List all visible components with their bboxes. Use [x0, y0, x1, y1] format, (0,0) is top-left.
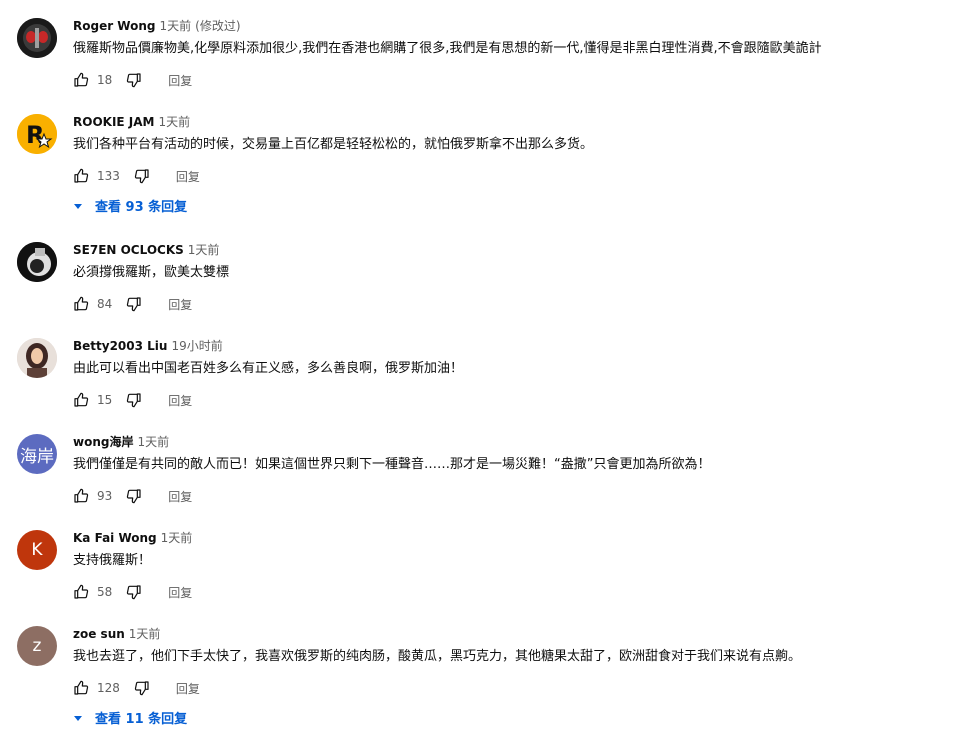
- like-icon[interactable]: [73, 488, 89, 504]
- comment-header: wong海岸 1天前: [73, 434, 169, 450]
- view-replies-button[interactable]: 查看 93 条回复: [73, 196, 187, 215]
- author-name[interactable]: SE7EN OCLOCKS: [73, 243, 184, 257]
- comment-actions: 18 回复: [73, 71, 192, 89]
- comment-text: 我們僅僅是有共同的敵人而已！如果這個世界只剩下一種聲音……那才是一場災難！“盎撒…: [73, 457, 711, 472]
- like-icon[interactable]: [73, 392, 89, 408]
- reply-button[interactable]: 回复: [168, 296, 192, 313]
- avatar[interactable]: [17, 242, 57, 282]
- avatar-initials: K: [31, 540, 43, 560]
- reply-button[interactable]: 回复: [176, 680, 200, 697]
- comment-text: 必須撐俄羅斯，歐美太雙標: [73, 265, 230, 280]
- like-count: 133: [97, 169, 120, 183]
- view-replies-label: 查看 11 条回复: [95, 712, 188, 727]
- comment-time[interactable]: 1天前: [129, 627, 161, 641]
- comment-actions: 84 回复: [73, 295, 192, 313]
- comment-text: 由此可以看出中国老百姓多么有正义感，多么善良啊，俄罗斯加油！: [73, 361, 464, 376]
- dislike-icon[interactable]: [126, 296, 142, 312]
- reply-button[interactable]: 回复: [176, 168, 200, 185]
- comment-text: 我们各种平台有活动的时候，交易量上百亿都是轻轻松松的，就怕俄罗斯拿不出那么多货。: [73, 137, 594, 152]
- comment-actions: 58 回复: [73, 583, 192, 601]
- comment-actions: 128 回复: [73, 679, 200, 697]
- avatar[interactable]: [17, 18, 57, 58]
- author-name[interactable]: Betty2003 Liu: [73, 339, 167, 353]
- comment-time[interactable]: 1天前: [137, 435, 169, 449]
- like-icon[interactable]: [73, 296, 89, 312]
- chevron-down-icon: [73, 201, 83, 211]
- dislike-icon[interactable]: [126, 72, 142, 88]
- author-name[interactable]: Roger Wong: [73, 19, 156, 33]
- like-icon[interactable]: [73, 584, 89, 600]
- reply-button[interactable]: 回复: [168, 392, 192, 409]
- reply-button[interactable]: 回复: [168, 72, 192, 89]
- author-name[interactable]: ROOKIE JAM: [73, 115, 154, 129]
- dislike-icon[interactable]: [126, 488, 142, 504]
- dislike-icon[interactable]: [126, 392, 142, 408]
- avatar[interactable]: R: [17, 114, 57, 154]
- avatar-initials: 海岸: [20, 446, 54, 467]
- avatar-initials: z: [32, 636, 42, 656]
- like-icon[interactable]: [73, 72, 89, 88]
- dislike-icon[interactable]: [134, 680, 150, 696]
- view-replies-label: 查看 93 条回复: [95, 200, 188, 215]
- like-count: 18: [97, 73, 113, 87]
- avatar-image: R: [17, 114, 57, 154]
- avatar[interactable]: z: [17, 626, 57, 666]
- comment-time[interactable]: 1天前: [161, 531, 193, 545]
- like-count: 15: [97, 393, 113, 407]
- dislike-icon[interactable]: [134, 168, 150, 184]
- comment-header: Betty2003 Liu 19小时前: [73, 338, 223, 354]
- avatar[interactable]: [17, 338, 57, 378]
- like-count: 93: [97, 489, 113, 503]
- comment-text: 支持俄羅斯！: [73, 553, 152, 568]
- author-name[interactable]: zoe sun: [73, 627, 125, 641]
- avatar[interactable]: K: [17, 530, 57, 570]
- comment-time[interactable]: 1天前: [160, 19, 192, 33]
- like-count: 84: [97, 297, 113, 311]
- avatar-image: [17, 242, 57, 282]
- comment-actions: 15 回复: [73, 391, 192, 409]
- comment-header: zoe sun 1天前: [73, 626, 160, 642]
- reply-button[interactable]: 回复: [168, 488, 192, 505]
- comment-text: 我也去逛了，他们下手太快了，我喜欢俄罗斯的纯肉肠，酸黄瓜，黑巧克力，其他糖果太甜…: [73, 649, 802, 664]
- reply-button[interactable]: 回复: [168, 584, 192, 601]
- chevron-down-icon: [73, 713, 83, 723]
- avatar-image: [17, 338, 57, 378]
- comment-header: Ka Fai Wong 1天前: [73, 530, 192, 546]
- like-icon[interactable]: [73, 168, 89, 184]
- author-name[interactable]: wong海岸: [73, 435, 133, 449]
- comment-text: 俄羅斯物品價廉物美,化學原料添加很少,我們在香港也網購了很多,我們是有思想的新一…: [73, 41, 822, 56]
- comment-actions: 93 回复: [73, 487, 192, 505]
- comment-header: Roger Wong 1天前 (修改过): [73, 18, 241, 34]
- edited-label: (修改过): [195, 19, 241, 33]
- comment-time[interactable]: 19小时前: [171, 339, 222, 353]
- comment-time[interactable]: 1天前: [158, 115, 190, 129]
- avatar-image: [17, 18, 57, 58]
- dislike-icon[interactable]: [126, 584, 142, 600]
- comment-header: ROOKIE JAM 1天前: [73, 114, 190, 130]
- like-icon[interactable]: [73, 680, 89, 696]
- avatar[interactable]: 海岸: [17, 434, 57, 474]
- comment-actions: 133 回复: [73, 167, 200, 185]
- like-count: 58: [97, 585, 113, 599]
- view-replies-button[interactable]: 查看 11 条回复: [73, 708, 187, 727]
- like-count: 128: [97, 681, 120, 695]
- comment-time[interactable]: 1天前: [188, 243, 220, 257]
- author-name[interactable]: Ka Fai Wong: [73, 531, 157, 545]
- comment-header: SE7EN OCLOCKS 1天前: [73, 242, 219, 258]
